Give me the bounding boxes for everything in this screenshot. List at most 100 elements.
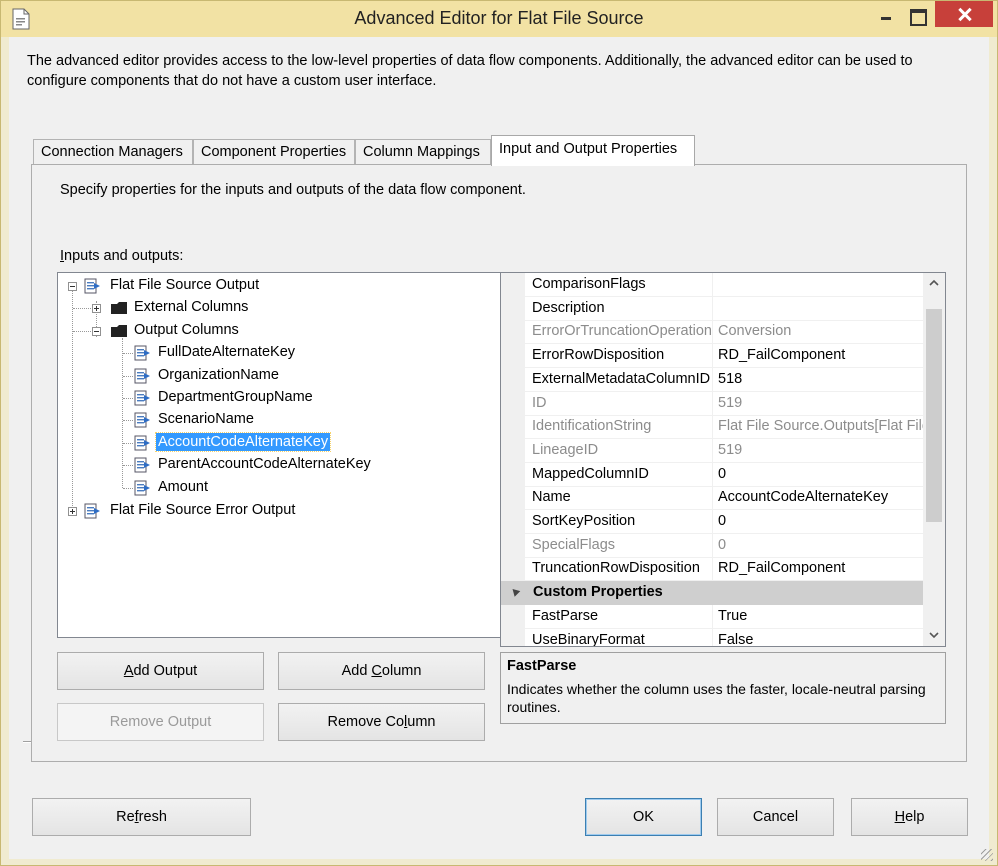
tree-node-column[interactable]: ParentAccountCodeAlternateKey (58, 454, 498, 476)
inputs-outputs-label: Inputs and outputs: (60, 248, 184, 264)
property-value: Flat File Source.Outputs[Flat File (713, 415, 923, 440)
help-title: FastParse (507, 658, 577, 674)
tree-node-column[interactable]: FullDateAlternateKey (58, 342, 498, 364)
tab-connection-managers[interactable]: Connection Managers (33, 139, 193, 165)
add-output-button[interactable]: Add Output (57, 652, 264, 690)
property-row[interactable]: Name AccountCodeAlternateKey (501, 486, 923, 511)
scroll-up-icon[interactable] (929, 278, 939, 288)
remove-column-button[interactable]: Remove Column (278, 703, 485, 741)
tree-node-error-output[interactable]: Flat File Source Error Output (58, 500, 498, 522)
property-value[interactable]: False (713, 629, 923, 647)
property-row[interactable]: IdentificationString Flat File Source.Out… (501, 415, 923, 440)
close-button[interactable] (935, 1, 993, 27)
property-row[interactable]: FastParse True (501, 604, 923, 629)
tree-node-label: ScenarioName (158, 411, 254, 427)
property-value: 519 (713, 439, 923, 463)
column-icon (134, 390, 150, 406)
collapse-triangle-icon[interactable] (509, 586, 521, 597)
property-category[interactable]: Custom Properties (501, 581, 923, 606)
column-icon (134, 435, 150, 451)
property-value[interactable]: 518 (713, 368, 923, 392)
tree-node-label: Output Columns (134, 322, 239, 338)
property-name: ExternalMetadataColumnID (525, 367, 713, 392)
property-value: 519 (713, 392, 923, 416)
tree-node-output-columns[interactable]: Output Columns (58, 320, 498, 342)
property-value: Conversion (713, 320, 923, 345)
property-row[interactable]: ComparisonFlags (501, 273, 923, 297)
property-name: ErrorRowDisposition (525, 344, 713, 369)
tab-component-properties[interactable]: Component Properties (193, 139, 355, 165)
property-row[interactable]: Description (501, 296, 923, 321)
tree-node-column-selected[interactable]: AccountCodeAlternateKey (58, 432, 498, 454)
resize-grip[interactable] (981, 849, 993, 861)
folder-icon (111, 302, 127, 314)
property-name: Name (525, 486, 713, 511)
tree-node-column[interactable]: DepartmentGroupName (58, 387, 498, 409)
property-value[interactable]: True (713, 605, 923, 629)
panel-description: Specify properties for the inputs and ou… (60, 182, 526, 198)
cancel-button[interactable]: Cancel (717, 798, 834, 836)
property-name: LineageID (525, 438, 713, 463)
inputs-outputs-tree[interactable]: Flat File Source Output External Columns… (57, 272, 516, 638)
column-icon (134, 480, 150, 496)
column-icon (134, 368, 150, 384)
advanced-editor-window: Advanced Editor for Flat File Source The… (0, 0, 998, 866)
collapse-icon[interactable] (92, 327, 101, 336)
scroll-thumb[interactable] (926, 309, 942, 522)
property-value[interactable]: RD_FailComponent (713, 557, 923, 582)
property-value[interactable]: 0 (713, 463, 923, 487)
output-icon (84, 278, 100, 294)
property-value[interactable]: RD_FailComponent (713, 344, 923, 369)
property-row[interactable]: ErrorOrTruncationOperation Conversion (501, 320, 923, 345)
property-value[interactable] (713, 297, 923, 321)
maximize-button[interactable] (899, 1, 935, 29)
column-icon (134, 345, 150, 361)
help-button[interactable]: Help (851, 798, 968, 836)
property-row[interactable]: MappedColumnID 0 (501, 462, 923, 487)
collapse-icon[interactable] (68, 282, 77, 291)
property-value: 0 (713, 534, 923, 558)
editor-description: The advanced editor provides access to t… (27, 53, 913, 89)
property-row[interactable]: LineageID 519 (501, 438, 923, 463)
property-grid[interactable]: ComparisonFlags Description ErrorOrTruncat… (500, 272, 946, 647)
tree-node-external-columns[interactable]: External Columns (58, 297, 498, 319)
ok-button[interactable]: OK (585, 798, 702, 836)
property-row[interactable]: ID 519 (501, 391, 923, 416)
tree-node-label: Flat File Source Error Output (110, 502, 296, 518)
property-row[interactable]: ExternalMetadataColumnID 518 (501, 367, 923, 392)
property-row[interactable]: TruncationRowDisposition RD_FailComponent (501, 557, 923, 582)
scroll-down-icon[interactable] (929, 630, 939, 640)
tree-node-column[interactable]: OrganizationName (58, 365, 498, 387)
title-bar[interactable]: Advanced Editor for Flat File Source (1, 1, 997, 37)
tree-node-output[interactable]: Flat File Source Output (58, 275, 498, 297)
expand-icon[interactable] (68, 507, 77, 516)
help-text: Indicates whether the column uses the fa… (507, 681, 926, 715)
add-column-button[interactable]: Add Column (278, 652, 485, 690)
property-name: SpecialFlags (525, 533, 713, 558)
tree-node-column[interactable]: ScenarioName (58, 409, 498, 431)
tree-node-column[interactable]: Amount (58, 477, 498, 499)
property-row[interactable]: SpecialFlags 0 (501, 533, 923, 558)
property-name: TruncationRowDisposition (525, 557, 713, 582)
property-value[interactable]: AccountCodeAlternateKey (713, 486, 923, 511)
category-label: Custom Properties (533, 584, 663, 601)
expand-icon[interactable] (92, 304, 101, 313)
property-row[interactable]: SortKeyPosition 0 (501, 510, 923, 534)
error-output-icon (84, 503, 100, 519)
property-value[interactable] (713, 273, 923, 297)
tree-node-label: AccountCodeAlternateKey (154, 432, 332, 452)
refresh-button[interactable]: Refresh (32, 798, 251, 836)
tree-node-label: External Columns (134, 299, 249, 315)
tab-column-mappings[interactable]: Column Mappings (355, 139, 491, 165)
property-value[interactable]: 0 (713, 510, 923, 534)
tree-node-label: DepartmentGroupName (158, 389, 313, 405)
tree-node-label: ParentAccountCodeAlternateKey (158, 456, 371, 472)
property-grid-scrollbar[interactable] (923, 273, 945, 646)
property-name: ID (525, 391, 713, 416)
property-name: MappedColumnID (525, 462, 713, 487)
property-row[interactable]: UseBinaryFormat False (501, 628, 923, 647)
remove-output-button[interactable]: Remove Output (57, 703, 264, 741)
property-name: SortKeyPosition (525, 510, 713, 534)
property-row[interactable]: ErrorRowDisposition RD_FailComponent (501, 344, 923, 369)
tab-input-and-output-properties[interactable]: Input and Output Properties (491, 135, 695, 166)
